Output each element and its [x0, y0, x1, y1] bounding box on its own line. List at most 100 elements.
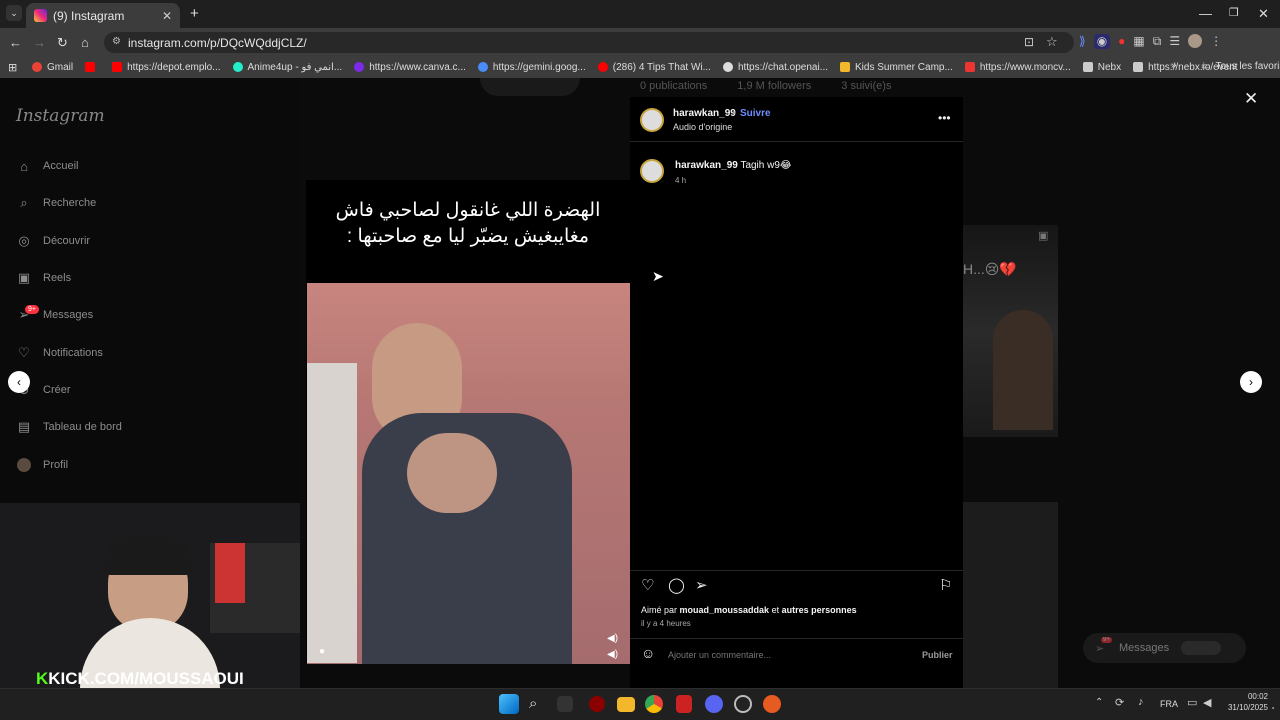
sidebar-item-accueil[interactable]: ⌂ Accueil [16, 155, 78, 177]
tray-chevron-icon[interactable]: ⌃ [1095, 697, 1103, 708]
bookmark-youtube-tips[interactable]: (286) 4 Tips That Wi... [597, 62, 711, 73]
video-frame[interactable]: ● ◀) ◀) [307, 283, 630, 664]
restore-icon[interactable]: ❐ [1229, 6, 1239, 19]
speaker-icon[interactable]: ◀ [1203, 696, 1211, 709]
comment-input[interactable] [668, 648, 908, 662]
new-tab-icon[interactable]: + [190, 5, 199, 22]
save-bookmark-icon[interactable]: ⚐ [939, 576, 952, 594]
task-view-icon[interactable] [557, 696, 573, 712]
tab-search-icon[interactable]: ⌄ [6, 5, 22, 21]
caption-text: Tagih w9😂 [740, 160, 792, 171]
emoji-icon[interactable]: ☺ [641, 645, 655, 661]
install-app-icon[interactable]: ⊡ [1024, 35, 1034, 49]
follow-button[interactable]: Suivre [740, 108, 771, 119]
file-explorer-icon[interactable] [617, 697, 635, 712]
bookmark-canva[interactable]: https://www.canva.c... [354, 62, 466, 73]
home-button-icon[interactable]: ⌂ [81, 35, 89, 50]
bookmark-youtube[interactable] [85, 62, 100, 72]
app-orange-icon[interactable] [763, 695, 781, 713]
bookmark-chatgpt[interactable]: https://chat.openai... [722, 62, 828, 73]
minimize-icon[interactable]: — [1199, 6, 1212, 21]
bookmark-star-icon[interactable]: ☆ [1046, 34, 1058, 50]
bg-reel-tile: H...😢💔 ▣ [963, 225, 1058, 437]
sidebar-item-recherche[interactable]: ⌕ Recherche [16, 192, 96, 214]
reload-icon[interactable]: ↻ [57, 35, 68, 51]
bookmark-moncv[interactable]: https://www.moncv... [964, 62, 1071, 73]
address-bar[interactable]: ⚙ instagram.com/p/DQcWQddjCLZ/ ⊡ ☆ [104, 32, 1074, 53]
tab-close-icon[interactable]: ✕ [162, 9, 172, 23]
audio-label[interactable]: Audio d'origine [673, 122, 732, 132]
notification-bell-icon[interactable]: ◔ [1270, 704, 1275, 713]
next-post-icon[interactable]: › [1240, 371, 1262, 393]
extension-1-icon[interactable]: ⟫ [1079, 34, 1086, 49]
instagram-sidebar [0, 78, 300, 503]
profile-avatar-icon[interactable] [1188, 34, 1203, 48]
sidebar-item-profil[interactable]: Profil [16, 454, 68, 476]
extension-4-icon[interactable]: ▦ [1133, 34, 1144, 49]
apps-grid-icon[interactable]: ⊞ [8, 61, 17, 74]
bookmark-gmail[interactable]: Gmail [32, 62, 73, 73]
browser-tab-instagram[interactable]: (9) Instagram ✕ [26, 3, 180, 28]
caption-username[interactable]: harawkan_99 [675, 160, 738, 171]
menu-kebab-icon[interactable]: ⋮ [1210, 34, 1222, 49]
volume-icon-2[interactable]: ◀) [607, 649, 618, 660]
back-icon[interactable]: ← [9, 35, 22, 50]
windows-taskbar [0, 688, 1280, 720]
network-icon[interactable]: ▭ [1187, 696, 1197, 709]
share-send-icon[interactable]: ➢ [695, 576, 708, 594]
app-b-icon[interactable] [676, 695, 692, 713]
extension-2-icon[interactable]: ◉ [1093, 34, 1111, 49]
sidebar-item-decouvrir[interactable]: ◎ Découvrir [16, 230, 90, 252]
window-close-icon[interactable]: ✕ [1258, 6, 1269, 22]
bookmark-nebx[interactable]: Nebx [1082, 62, 1121, 73]
all-bookmarks-folder[interactable]: ▭ Tous les favoris [1201, 61, 1280, 72]
comment-bubble-icon[interactable]: ◯ [668, 576, 685, 594]
comment-avatar[interactable] [640, 159, 664, 183]
bookmark-anime4up[interactable]: Anime4up - انمي فو... [232, 62, 342, 73]
language-indicator[interactable]: FRA [1160, 699, 1178, 709]
like-heart-icon[interactable]: ♡ [641, 576, 654, 594]
previous-post-icon[interactable]: ‹ [8, 371, 30, 393]
sidebar-item-tableau-de-bord[interactable]: ▤ Tableau de bord [16, 416, 122, 438]
author-avatar[interactable] [640, 108, 664, 132]
kick-channel-label: KKICK.COM/MOUSSAOUI [36, 669, 244, 688]
media-icon[interactable]: ☰ [1169, 34, 1180, 49]
extensions-icon[interactable]: ⧉ [1153, 34, 1162, 49]
forward-icon[interactable]: → [33, 35, 46, 50]
app-red-icon[interactable] [589, 696, 605, 712]
close-post-icon[interactable]: ✕ [1244, 89, 1258, 109]
more-options-icon[interactable]: ••• [938, 111, 951, 125]
obs-icon[interactable] [734, 695, 752, 713]
instagram-logo[interactable]: Instagram [16, 106, 105, 126]
tagged-user-icon[interactable]: ● [319, 646, 325, 657]
chrome-icon[interactable] [645, 695, 663, 713]
message-avatars [1181, 641, 1221, 655]
tray-mic-icon[interactable]: ♪ [1138, 696, 1144, 708]
publish-button[interactable]: Publier [922, 650, 953, 660]
windows-start-icon[interactable] [499, 694, 519, 714]
bookmark-depot[interactable]: https://depot.emplo... [112, 62, 221, 73]
volume-icon-1[interactable]: ◀) [607, 633, 618, 644]
liked-by-user[interactable]: mouad_moussaddak [680, 605, 770, 615]
sidebar-item-notifications[interactable]: ♡ Notifications [16, 342, 103, 364]
site-info-icon[interactable]: ⚙ [112, 36, 121, 47]
post-timestamp: il y a 4 heures [641, 619, 691, 628]
post-side-panel [630, 97, 963, 688]
bookmark-gemini[interactable]: https://gemini.goog... [477, 62, 586, 73]
tray-sync-icon[interactable]: ⟳ [1115, 696, 1124, 709]
sidebar-item-reels[interactable]: ▣ Reels [16, 267, 71, 289]
more-bookmarks-icon[interactable]: » [1171, 60, 1177, 71]
box-image [215, 543, 245, 603]
discord-icon[interactable] [705, 695, 723, 713]
messages-pill[interactable]: ➢ 9+ Messages [1083, 633, 1246, 663]
extension-3-icon[interactable]: ● [1118, 34, 1125, 49]
author-username[interactable]: harawkan_99 [673, 108, 736, 119]
bookmark-kids-camp[interactable]: Kids Summer Camp... [840, 62, 953, 73]
clock[interactable]: 00:02 31/10/2025 [1226, 692, 1268, 712]
profile-avatar-bg [480, 78, 580, 96]
heart-icon: ♡ [18, 345, 30, 360]
folder-icon: ▭ [1201, 61, 1211, 72]
messages-pill-badge: 9+ [1101, 637, 1112, 643]
taskbar-search-icon[interactable]: ⌕ [529, 695, 537, 712]
liked-by-others[interactable]: autres personnes [782, 605, 857, 615]
